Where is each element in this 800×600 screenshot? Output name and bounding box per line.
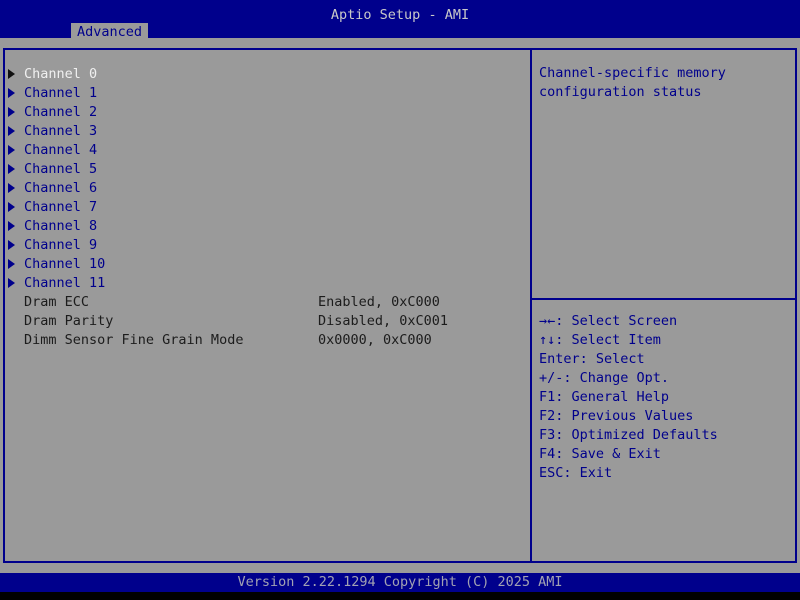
tab-advanced[interactable]: Advanced bbox=[71, 23, 148, 42]
info-value: Enabled, 0xC000 bbox=[318, 294, 440, 310]
menu-item-label: Channel 10 bbox=[24, 256, 105, 272]
key-legend-change-opt: +/-: Change Opt. bbox=[539, 369, 789, 388]
help-panel: Channel-specific memory configuration st… bbox=[532, 50, 795, 561]
submenu-arrow-icon bbox=[8, 183, 24, 193]
key-legend-f1-general-help: F1: General Help bbox=[539, 388, 789, 407]
key-legend-select-screen: →←: Select Screen bbox=[539, 312, 789, 331]
submenu-arrow-icon bbox=[8, 126, 24, 136]
key-legend-enter-select: Enter: Select bbox=[539, 350, 789, 369]
menu-item-label: Channel 2 bbox=[24, 104, 97, 120]
channel-menu-list: Channel 0 Channel 1 Channel 2 Channel 3 … bbox=[8, 64, 523, 349]
submenu-arrow-icon bbox=[8, 221, 24, 231]
menu-item-channel-6[interactable]: Channel 6 bbox=[8, 178, 523, 197]
submenu-arrow-icon bbox=[8, 107, 24, 117]
menu-item-channel-2[interactable]: Channel 2 bbox=[8, 102, 523, 121]
submenu-arrow-icon bbox=[8, 278, 24, 288]
submenu-arrow-icon bbox=[8, 240, 24, 250]
submenu-arrow-icon bbox=[8, 145, 24, 155]
item-help-text: Channel-specific memory configuration st… bbox=[539, 64, 789, 102]
bios-screen: Aptio Setup - AMI Advanced Channel 0 Cha… bbox=[0, 0, 800, 600]
submenu-arrow-icon bbox=[8, 164, 24, 174]
info-label: Dimm Sensor Fine Grain Mode bbox=[24, 332, 243, 348]
info-label: Dram ECC bbox=[24, 294, 89, 310]
version-text: Version 2.22.1294 Copyright (C) 2025 AMI bbox=[237, 574, 562, 590]
bottom-black-strip bbox=[0, 592, 800, 600]
menu-item-channel-4[interactable]: Channel 4 bbox=[8, 140, 523, 159]
main-panel: Channel 0 Channel 1 Channel 2 Channel 3 … bbox=[3, 48, 797, 563]
info-row-dram-parity: Dram Parity Disabled, 0xC001 bbox=[8, 311, 523, 330]
menu-item-label: Channel 6 bbox=[24, 180, 97, 196]
menu-item-label: Channel 11 bbox=[24, 275, 105, 291]
help-panel-divider bbox=[532, 298, 795, 300]
menu-item-label: Channel 4 bbox=[24, 142, 97, 158]
submenu-arrow-icon bbox=[8, 69, 24, 79]
info-row-dimm-sensor-fine-grain-mode: Dimm Sensor Fine Grain Mode 0x0000, 0xC0… bbox=[8, 330, 523, 349]
key-legend-esc-exit: ESC: Exit bbox=[539, 464, 789, 483]
menu-item-channel-3[interactable]: Channel 3 bbox=[8, 121, 523, 140]
menu-item-channel-10[interactable]: Channel 10 bbox=[8, 254, 523, 273]
key-legend: →←: Select Screen ↑↓: Select Item Enter:… bbox=[539, 312, 789, 483]
info-value: 0x0000, 0xC000 bbox=[318, 332, 432, 348]
submenu-arrow-icon bbox=[8, 202, 24, 212]
info-value: Disabled, 0xC001 bbox=[318, 313, 448, 329]
menu-item-channel-11[interactable]: Channel 11 bbox=[8, 273, 523, 292]
menu-item-label: Channel 5 bbox=[24, 161, 97, 177]
menu-item-label: Channel 9 bbox=[24, 237, 97, 253]
info-label: Dram Parity bbox=[24, 313, 113, 329]
menu-item-channel-1[interactable]: Channel 1 bbox=[8, 83, 523, 102]
page-title: Aptio Setup - AMI bbox=[0, 7, 800, 23]
key-legend-f2-previous-values: F2: Previous Values bbox=[539, 407, 789, 426]
menu-item-channel-0[interactable]: Channel 0 bbox=[8, 64, 523, 83]
key-legend-f3-optimized-defaults: F3: Optimized Defaults bbox=[539, 426, 789, 445]
menu-item-channel-7[interactable]: Channel 7 bbox=[8, 197, 523, 216]
menu-item-channel-8[interactable]: Channel 8 bbox=[8, 216, 523, 235]
menu-item-label: Channel 1 bbox=[24, 85, 97, 101]
submenu-arrow-icon bbox=[8, 88, 24, 98]
menu-item-label: Channel 0 bbox=[24, 66, 97, 82]
menu-item-channel-5[interactable]: Channel 5 bbox=[8, 159, 523, 178]
menu-item-channel-9[interactable]: Channel 9 bbox=[8, 235, 523, 254]
menu-item-label: Channel 7 bbox=[24, 199, 97, 215]
menu-item-label: Channel 8 bbox=[24, 218, 97, 234]
key-legend-f4-save-exit: F4: Save & Exit bbox=[539, 445, 789, 464]
menu-item-label: Channel 3 bbox=[24, 123, 97, 139]
version-bar: Version 2.22.1294 Copyright (C) 2025 AMI bbox=[0, 573, 800, 592]
key-legend-select-item: ↑↓: Select Item bbox=[539, 331, 789, 350]
submenu-arrow-icon bbox=[8, 259, 24, 269]
info-row-dram-ecc: Dram ECC Enabled, 0xC000 bbox=[8, 292, 523, 311]
